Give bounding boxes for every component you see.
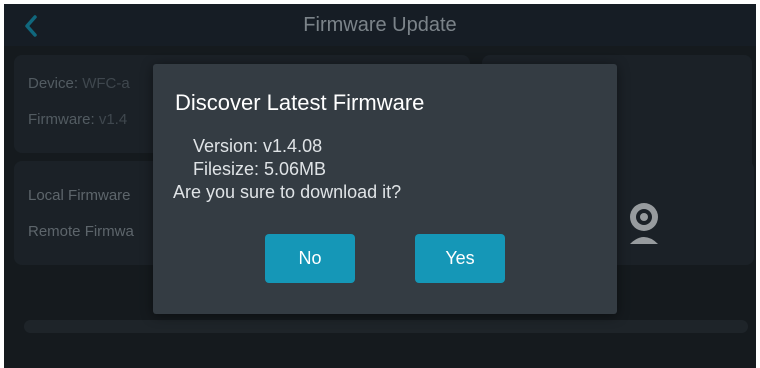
dialog-title: Discover Latest Firmware <box>175 90 425 115</box>
dialog-version: Version: v1.4.08 <box>193 136 323 156</box>
firmware-dialog: Discover Latest Firmware Version: v1.4.0… <box>153 64 617 314</box>
yes-button[interactable]: Yes <box>415 234 505 283</box>
dialog-filesize: Filesize: 5.06MB <box>193 159 327 179</box>
dialog-question: Are you sure to download it? <box>173 182 402 202</box>
no-button[interactable]: No <box>265 234 355 283</box>
app-screen: Firmware Update Device: WFC-a Firmware: … <box>4 4 756 368</box>
